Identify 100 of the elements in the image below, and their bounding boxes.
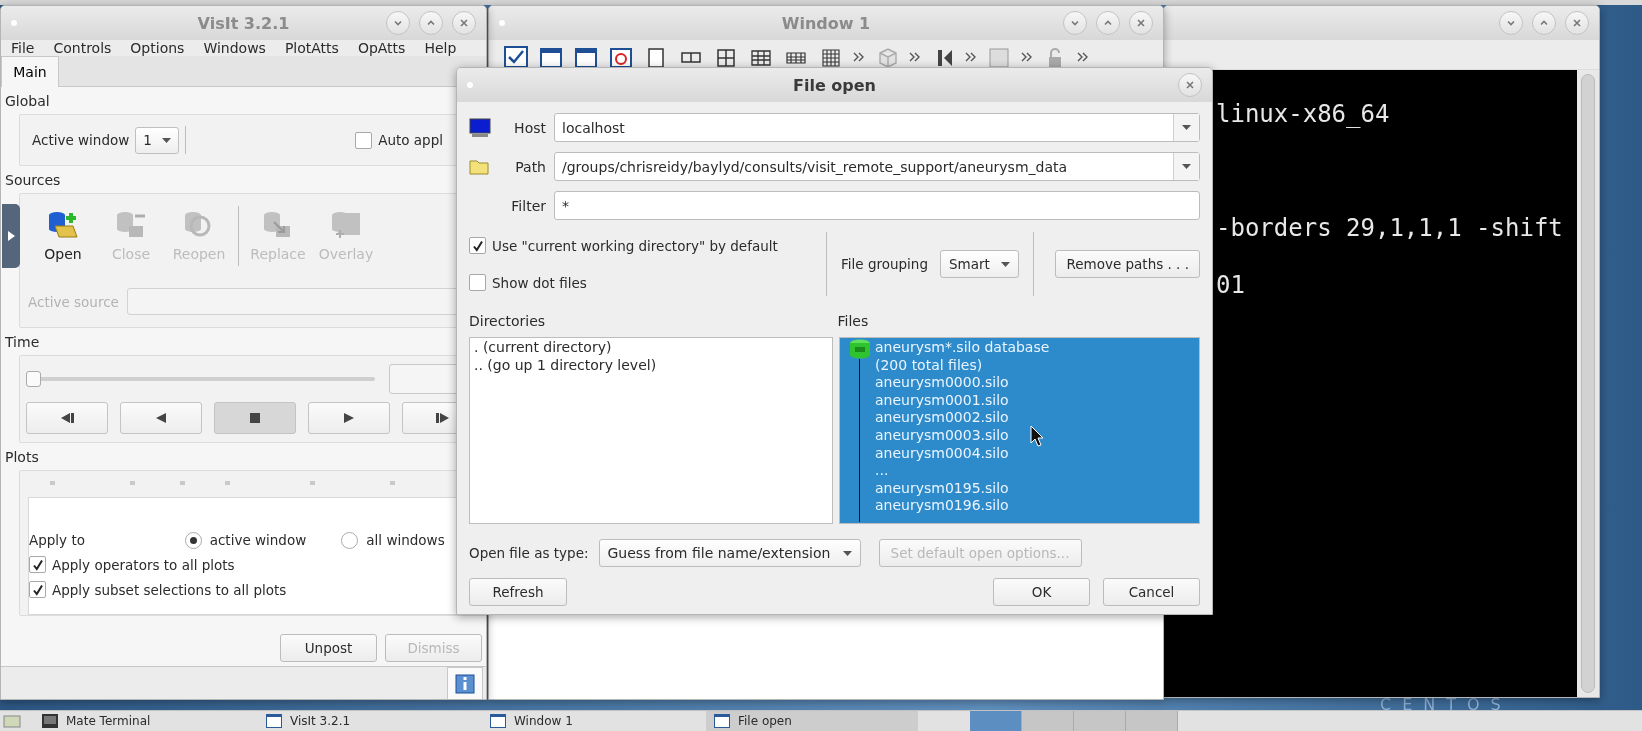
field-label: Active window xyxy=(32,132,130,148)
list-heading: Files xyxy=(837,313,870,329)
menu-item[interactable]: Options xyxy=(130,40,185,56)
chevron-down-icon xyxy=(1071,20,1079,26)
grouping-dropdown[interactable]: Smart xyxy=(939,250,1019,278)
field-label: File grouping xyxy=(841,256,928,272)
show-desktop-icon[interactable] xyxy=(2,713,22,729)
minimize-button[interactable] xyxy=(1063,11,1087,35)
ok-button[interactable]: OK xyxy=(993,578,1090,606)
minimize-button[interactable] xyxy=(386,11,410,35)
monitor-icon xyxy=(469,116,491,139)
database-icon[interactable] xyxy=(848,339,871,359)
taskbar-item[interactable]: Mate Terminal xyxy=(34,711,246,731)
refresh-button[interactable]: Refresh xyxy=(469,578,567,606)
directory-item[interactable]: . (current directory) xyxy=(474,339,828,357)
checkbox[interactable] xyxy=(29,556,46,573)
file-type-dropdown[interactable]: Guess from file name/extension xyxy=(598,539,861,567)
window-dropdown[interactable]: 1 xyxy=(135,126,180,154)
maximize-button[interactable] xyxy=(1532,11,1556,35)
chevron-icon[interactable] xyxy=(1021,52,1033,62)
menu-item[interactable]: Windows xyxy=(203,40,266,56)
close-button[interactable] xyxy=(1565,11,1589,35)
cancel-button[interactable]: Cancel xyxy=(1103,578,1200,606)
remove-paths-button[interactable]: Remove paths . . . xyxy=(1055,250,1200,278)
host-dropdown[interactable]: localhost xyxy=(554,113,1200,142)
chevron-icon[interactable] xyxy=(909,52,921,62)
chevron-down-icon xyxy=(1507,20,1515,26)
workspace-cell[interactable] xyxy=(1022,711,1074,731)
close-icon xyxy=(1137,19,1145,27)
window-title: VisIt 3.2.1 xyxy=(197,13,290,33)
radio-label: active window xyxy=(209,532,307,548)
mouse-cursor-icon xyxy=(1030,425,1044,447)
radio-button[interactable] xyxy=(184,531,202,549)
playback-button[interactable] xyxy=(214,402,296,434)
minimize-button[interactable] xyxy=(1499,11,1523,35)
chevron-icon[interactable] xyxy=(1077,52,1089,62)
field-label: Path xyxy=(515,158,546,175)
checkbox[interactable] xyxy=(29,581,46,598)
chevron-up-icon xyxy=(427,20,435,26)
database-minus-icon xyxy=(115,210,147,240)
workspace-cell[interactable] xyxy=(1126,711,1178,731)
info-button[interactable] xyxy=(447,667,483,699)
dialog-button[interactable]: Unpost xyxy=(280,634,377,662)
maximize-button[interactable] xyxy=(1096,11,1120,35)
scrollbar[interactable] xyxy=(1577,70,1599,697)
slider-thumb[interactable] xyxy=(26,371,41,387)
taskbar-item[interactable]: File open xyxy=(706,711,918,731)
close-button[interactable] xyxy=(452,11,476,35)
section-heading: Sources xyxy=(5,170,61,190)
checkbox[interactable] xyxy=(469,274,486,291)
tab[interactable]: Main xyxy=(1,56,59,87)
time-slider[interactable] xyxy=(26,371,375,387)
workspace-cell[interactable] xyxy=(1074,711,1126,731)
close-icon xyxy=(1573,19,1581,27)
section-heading: Plots xyxy=(5,447,39,467)
taskbar-item[interactable]: VisIt 3.2.1 xyxy=(258,711,470,731)
window-check-icon[interactable] xyxy=(503,44,529,70)
folder-icon xyxy=(469,158,489,175)
menu-item[interactable]: File xyxy=(11,40,35,56)
window-icon xyxy=(714,714,730,728)
maximize-button[interactable] xyxy=(419,11,443,35)
filter-field[interactable]: * xyxy=(554,191,1200,220)
chevron-up-icon xyxy=(1540,20,1548,26)
window-title: Window 1 xyxy=(781,13,871,33)
menu-item[interactable]: Controls xyxy=(53,40,112,56)
info-icon xyxy=(455,673,475,694)
chevron-icon[interactable] xyxy=(965,52,977,62)
menu-item[interactable]: Help xyxy=(424,40,457,56)
close-button[interactable] xyxy=(1129,11,1153,35)
terminal-icon xyxy=(42,714,58,728)
terminal-line: -borders 29,1,1,1 -shift xyxy=(1216,213,1564,244)
taskbar-item[interactable]: Window 1 xyxy=(482,711,694,731)
chevron-icon[interactable] xyxy=(853,52,865,62)
workspace-cell[interactable] xyxy=(970,711,1022,731)
checkbox[interactable] xyxy=(469,237,486,254)
terminal-line: 01 xyxy=(1216,270,1246,301)
expand-arrow-icon xyxy=(7,231,15,241)
panel-handle[interactable] xyxy=(2,204,20,268)
wallpaper-text: CENTOS xyxy=(1380,695,1512,714)
close-icon xyxy=(1186,81,1194,89)
close-button[interactable] xyxy=(1178,73,1202,97)
database-overlay-icon xyxy=(330,210,362,240)
toolbar-button[interactable]: Open xyxy=(34,210,92,262)
playback-button[interactable] xyxy=(26,402,108,434)
path-dropdown[interactable]: /groups/chrisreidy/baylyd/consults/visit_remote_support/aneurysm_data xyxy=(554,152,1200,181)
checkbox-label: Show dot files xyxy=(492,274,587,291)
section-heading: Global xyxy=(5,91,50,111)
database-folder-icon xyxy=(47,210,79,240)
window-icon xyxy=(266,714,282,728)
menu-item[interactable]: PlotAtts xyxy=(284,40,339,56)
field-label: Apply to xyxy=(29,532,86,548)
radio-button[interactable] xyxy=(341,531,359,549)
menu-item[interactable]: OpAtts xyxy=(357,40,406,56)
directory-item[interactable]: .. (go up 1 directory level) xyxy=(474,356,828,375)
checkbox-label: Use "current working directory" by default xyxy=(492,237,778,254)
caret-icon xyxy=(1000,261,1010,267)
checkbox[interactable] xyxy=(355,131,373,149)
caret-icon xyxy=(842,550,852,556)
section-heading: Time xyxy=(5,332,40,352)
field-label: Active source xyxy=(28,293,119,310)
